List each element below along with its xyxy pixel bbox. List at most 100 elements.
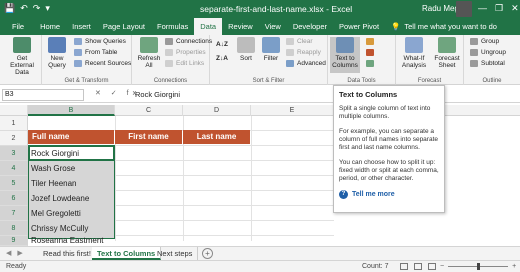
tab-power-pivot[interactable]: Power Pivot (333, 18, 385, 35)
properties-button[interactable]: Properties (165, 49, 206, 56)
sort-button[interactable]: Sort (236, 37, 256, 62)
zoom-thumb[interactable] (477, 263, 481, 270)
row-header-5[interactable]: 5 (0, 176, 28, 191)
column-header-b[interactable]: B (28, 105, 115, 116)
group-button[interactable]: Group (470, 38, 499, 45)
tab-page-layout[interactable]: Page Layout (97, 18, 151, 35)
reapply-button[interactable]: Reapply (286, 49, 321, 56)
name-box[interactable]: B3 (2, 89, 84, 101)
group-label-connections: Connections (153, 78, 188, 84)
sheet-tab-bar: ◀ ▶ Read this first! Text to Columns Nex… (0, 246, 520, 260)
subtotal-button[interactable]: Subtotal (470, 60, 505, 67)
ungroup-button[interactable]: Ungroup (470, 49, 506, 56)
zoom-out-button[interactable]: − (440, 263, 444, 270)
tab-review[interactable]: Review (222, 18, 259, 35)
show-queries-button[interactable]: Show Queries (74, 38, 126, 45)
forecast-sheet-button[interactable]: Forecast Sheet (432, 37, 462, 69)
cell-name[interactable]: Tiler Heenan (31, 176, 77, 191)
tell-me-more-link[interactable]: ? Tell me more (339, 190, 439, 199)
tab-file[interactable]: File (0, 18, 34, 35)
header-full-name[interactable]: Full name (28, 130, 114, 144)
sheet-nav-arrows: ◀ ▶ (6, 249, 23, 257)
save-icon[interactable]: 💾 (4, 3, 15, 14)
page-layout-view-icon[interactable] (414, 263, 422, 270)
cell-name[interactable]: Mel Gregoletti (31, 206, 81, 221)
prev-sheet-icon[interactable]: ◀ (6, 249, 11, 257)
column-header-d[interactable]: D (183, 105, 251, 116)
cell-name[interactable]: Jozef Lowdeane (31, 191, 89, 206)
tab-formulas[interactable]: Formulas (151, 18, 194, 35)
select-all-corner[interactable] (0, 105, 28, 116)
sort-az-button[interactable]: A↓Z (216, 41, 228, 48)
tab-developer[interactable]: Developer (287, 18, 333, 35)
group-connections: Refresh All Connections Properties Edit … (132, 35, 212, 85)
avatar[interactable] (456, 1, 472, 17)
header-first-name[interactable]: First name (115, 130, 182, 144)
cell-name[interactable]: Wash Grose (31, 161, 75, 176)
undo-icon[interactable]: ↶ (20, 3, 28, 14)
zoom-in-button[interactable]: + (512, 263, 516, 270)
cell-name[interactable]: Roseanna Eastment (31, 235, 104, 246)
remove-duplicates-button[interactable] (366, 49, 374, 56)
connections-button[interactable]: Connections (165, 38, 212, 45)
row-header-7[interactable]: 7 (0, 206, 28, 221)
tab-data[interactable]: Data (194, 18, 223, 35)
next-sheet-icon[interactable]: ▶ (17, 249, 22, 257)
advanced-icon (286, 60, 294, 67)
row-header-3[interactable]: 3 (0, 146, 28, 161)
filter-button[interactable]: Filter (260, 37, 282, 62)
page-break-view-icon[interactable] (428, 263, 436, 270)
recent-sources-button[interactable]: Recent Sources (74, 60, 131, 67)
edit-links-button[interactable]: Edit Links (165, 60, 204, 67)
sheet-tab-read-this-first[interactable]: Read this first! (38, 247, 97, 260)
tooltip-paragraph: You can choose how to split it up: fixed… (339, 159, 439, 182)
formula-buttons[interactable]: ✕ ✓ fx (95, 89, 140, 97)
minimize-button[interactable]: — (478, 3, 487, 14)
new-query-button[interactable]: New Query (44, 37, 70, 69)
close-button[interactable]: ✕ (511, 3, 519, 14)
group-get-external-data: Get External Data (0, 35, 42, 85)
redo-icon[interactable]: ↷ (33, 3, 41, 14)
clear-button[interactable]: Clear (286, 38, 313, 45)
tell-me-box[interactable]: 💡 Tell me what you want to do (391, 22, 497, 31)
flash-fill-button[interactable] (366, 38, 374, 45)
sheet-tab-text-to-columns[interactable]: Text to Columns (92, 247, 162, 260)
row-header-2[interactable]: 2 (0, 131, 28, 146)
row-header-8[interactable]: 8 (0, 221, 28, 236)
database-icon (13, 37, 31, 53)
header-last-name[interactable]: Last name (183, 130, 250, 144)
tab-insert[interactable]: Insert (66, 18, 97, 35)
what-if-analysis-button[interactable]: What-If Analysis (398, 37, 430, 69)
zoom-slider[interactable] (448, 263, 509, 270)
row-header-1[interactable]: 1 (0, 116, 28, 131)
from-table-button[interactable]: From Table (74, 49, 117, 56)
cell-name[interactable]: Rock Giorgini (31, 146, 79, 161)
get-external-data-button[interactable]: Get External Data (6, 37, 38, 76)
advanced-button[interactable]: Advanced (286, 60, 326, 67)
row-header-4[interactable]: 4 (0, 161, 28, 176)
cell-name[interactable]: Chrissy McCully (31, 221, 88, 236)
zoom-control: − + (440, 263, 516, 270)
text-to-columns-icon (336, 37, 354, 53)
window-title: separate-first-and-last-name.xlsx - Exce… (200, 4, 353, 14)
refresh-all-button[interactable]: Refresh All (136, 37, 162, 69)
sort-az-icon: A↓Z (216, 41, 228, 48)
row-header-9[interactable]: 9 (0, 236, 28, 246)
column-header-e[interactable]: E (251, 105, 334, 116)
text-to-columns-button[interactable]: Text to Columns (330, 37, 360, 73)
group-outline: Group Ungroup Subtotal Outline (464, 35, 520, 85)
add-sheet-button[interactable]: + (202, 248, 213, 259)
normal-view-icon[interactable] (400, 263, 408, 270)
formula-input[interactable]: Rock Giorgini (135, 90, 180, 99)
row-header-6[interactable]: 6 (0, 191, 28, 206)
restore-button[interactable]: ❐ (495, 3, 503, 14)
column-header-c[interactable]: C (115, 105, 183, 116)
tab-home[interactable]: Home (34, 18, 66, 35)
sort-za-button[interactable]: Z↓A (216, 55, 228, 62)
flash-fill-icon (366, 38, 374, 45)
data-validation-button[interactable] (366, 60, 374, 67)
sheet-tab-next-steps[interactable]: Next steps (152, 247, 199, 260)
customize-qat-icon[interactable]: ▾ (45, 3, 50, 14)
tab-view[interactable]: View (259, 18, 287, 35)
recent-sources-icon (74, 60, 82, 67)
